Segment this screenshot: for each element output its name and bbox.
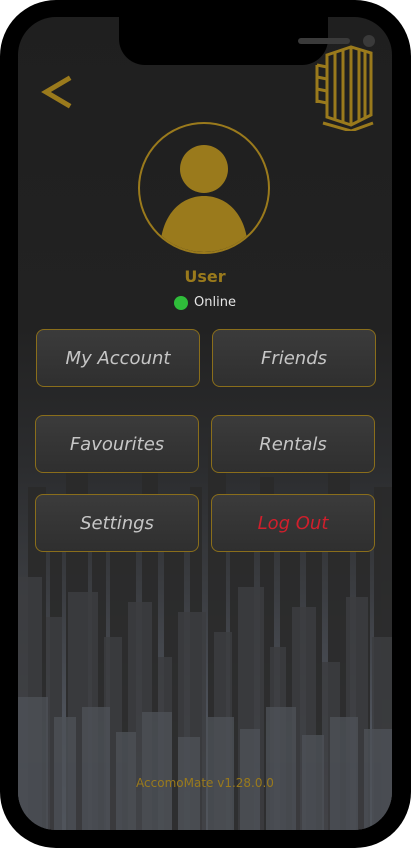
app-version: AccomoMate v1.28.0.0 — [136, 776, 274, 790]
friends-button[interactable]: Friends — [212, 329, 376, 387]
status-indicator: Online — [18, 295, 392, 310]
avatar[interactable] — [138, 122, 270, 254]
my-account-button[interactable]: My Account — [36, 329, 200, 387]
my-account-label: My Account — [65, 347, 171, 369]
phone-notch — [119, 17, 375, 65]
log-out-button[interactable]: Log Out — [211, 494, 375, 552]
online-status-dot-icon — [174, 295, 189, 310]
speaker-grille — [298, 38, 350, 44]
settings-button[interactable]: Settings — [35, 494, 199, 552]
settings-label: Settings — [80, 512, 154, 534]
chevron-left-icon — [41, 75, 72, 109]
profile-name: User — [184, 267, 226, 286]
rentals-button[interactable]: Rentals — [211, 415, 375, 473]
friends-label: Friends — [260, 347, 328, 369]
user-avatar-icon — [160, 145, 248, 252]
log-out-label: Log Out — [257, 512, 329, 534]
favourites-button[interactable]: Favourites — [35, 415, 199, 473]
favourites-label: Favourites — [69, 433, 165, 455]
status-text: Online — [194, 295, 236, 310]
building-icon — [311, 45, 377, 133]
app-screen: User Online My Account Friends Favourite… — [18, 17, 392, 830]
back-button[interactable] — [40, 69, 80, 121]
rentals-label: Rentals — [259, 433, 327, 455]
phone-mockup: User Online My Account Friends Favourite… — [0, 0, 411, 848]
